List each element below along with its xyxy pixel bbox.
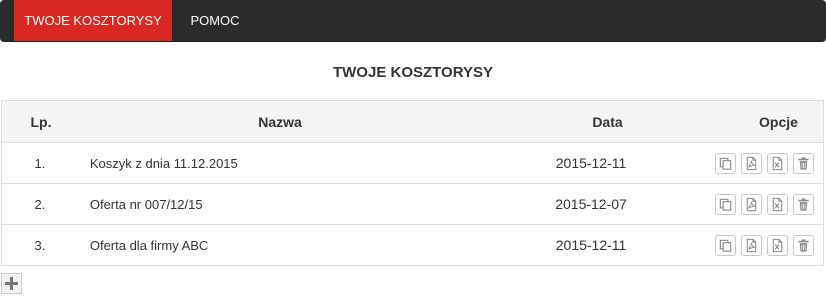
- estimates-table: Lp. Nazwa Data Opcje 1. Koszyk z dnia 11…: [1, 100, 824, 266]
- plus-icon: [5, 277, 18, 290]
- excel-button[interactable]: [767, 234, 788, 256]
- excel-icon: [772, 156, 783, 170]
- pdf-button[interactable]: [741, 193, 762, 215]
- row-options: [715, 152, 823, 174]
- nav-tab-pomoc[interactable]: POMOC: [172, 0, 258, 41]
- trash-icon: [798, 156, 809, 170]
- delete-button[interactable]: [793, 234, 814, 256]
- row-date: 2015-12-07: [555, 196, 627, 212]
- table-row: 1. Koszyk z dnia 11.12.2015 2015-12-11: [2, 142, 823, 183]
- row-date: 2015-12-11: [555, 155, 627, 171]
- copy-icon: [719, 157, 732, 170]
- table-row: 3. Oferta dla firmy ABC 2015-12-11: [2, 224, 823, 265]
- page-title: TWOJE KOSZTORYSY: [332, 64, 494, 81]
- nav-tab-twoje-kosztorysy[interactable]: TWOJE KOSZTORYSY: [14, 0, 172, 41]
- add-estimate-button[interactable]: [1, 273, 22, 294]
- excel-icon: [772, 238, 783, 252]
- excel-button[interactable]: [767, 193, 788, 215]
- row-date: 2015-12-11: [555, 237, 627, 253]
- row-options: [715, 234, 823, 256]
- copy-icon: [719, 198, 732, 211]
- excel-icon: [772, 197, 783, 211]
- pdf-button[interactable]: [741, 234, 762, 256]
- header-lp: Lp.: [30, 113, 52, 130]
- pdf-icon: [746, 197, 757, 211]
- row-lp: 1.: [34, 155, 46, 171]
- row-name[interactable]: Koszyk z dnia 11.12.2015: [78, 156, 467, 171]
- pdf-icon: [746, 238, 757, 252]
- excel-button[interactable]: [767, 152, 788, 174]
- pdf-button[interactable]: [741, 152, 762, 174]
- header-date: Data: [592, 113, 623, 130]
- row-lp: 2.: [34, 196, 46, 212]
- table-header-row: Lp. Nazwa Data Opcje: [2, 101, 823, 142]
- delete-button[interactable]: [793, 193, 814, 215]
- trash-icon: [798, 238, 809, 252]
- header-options: Opcje: [735, 114, 823, 130]
- top-navbar: TWOJE KOSZTORYSY POMOC: [0, 0, 826, 42]
- copy-button[interactable]: [715, 193, 736, 215]
- copy-icon: [719, 239, 732, 252]
- row-name[interactable]: Oferta nr 007/12/15: [78, 197, 467, 212]
- delete-button[interactable]: [793, 152, 814, 174]
- header-options-label: Opcje: [759, 113, 798, 130]
- trash-icon: [798, 197, 809, 211]
- row-name[interactable]: Oferta dla firmy ABC: [78, 238, 467, 253]
- copy-button[interactable]: [715, 152, 736, 174]
- row-options: [715, 193, 823, 215]
- pdf-icon: [746, 156, 757, 170]
- row-lp: 3.: [34, 237, 46, 253]
- table-row: 2. Oferta nr 007/12/15 2015-12-07: [2, 183, 823, 224]
- copy-button[interactable]: [715, 234, 736, 256]
- header-name: Nazwa: [258, 113, 302, 130]
